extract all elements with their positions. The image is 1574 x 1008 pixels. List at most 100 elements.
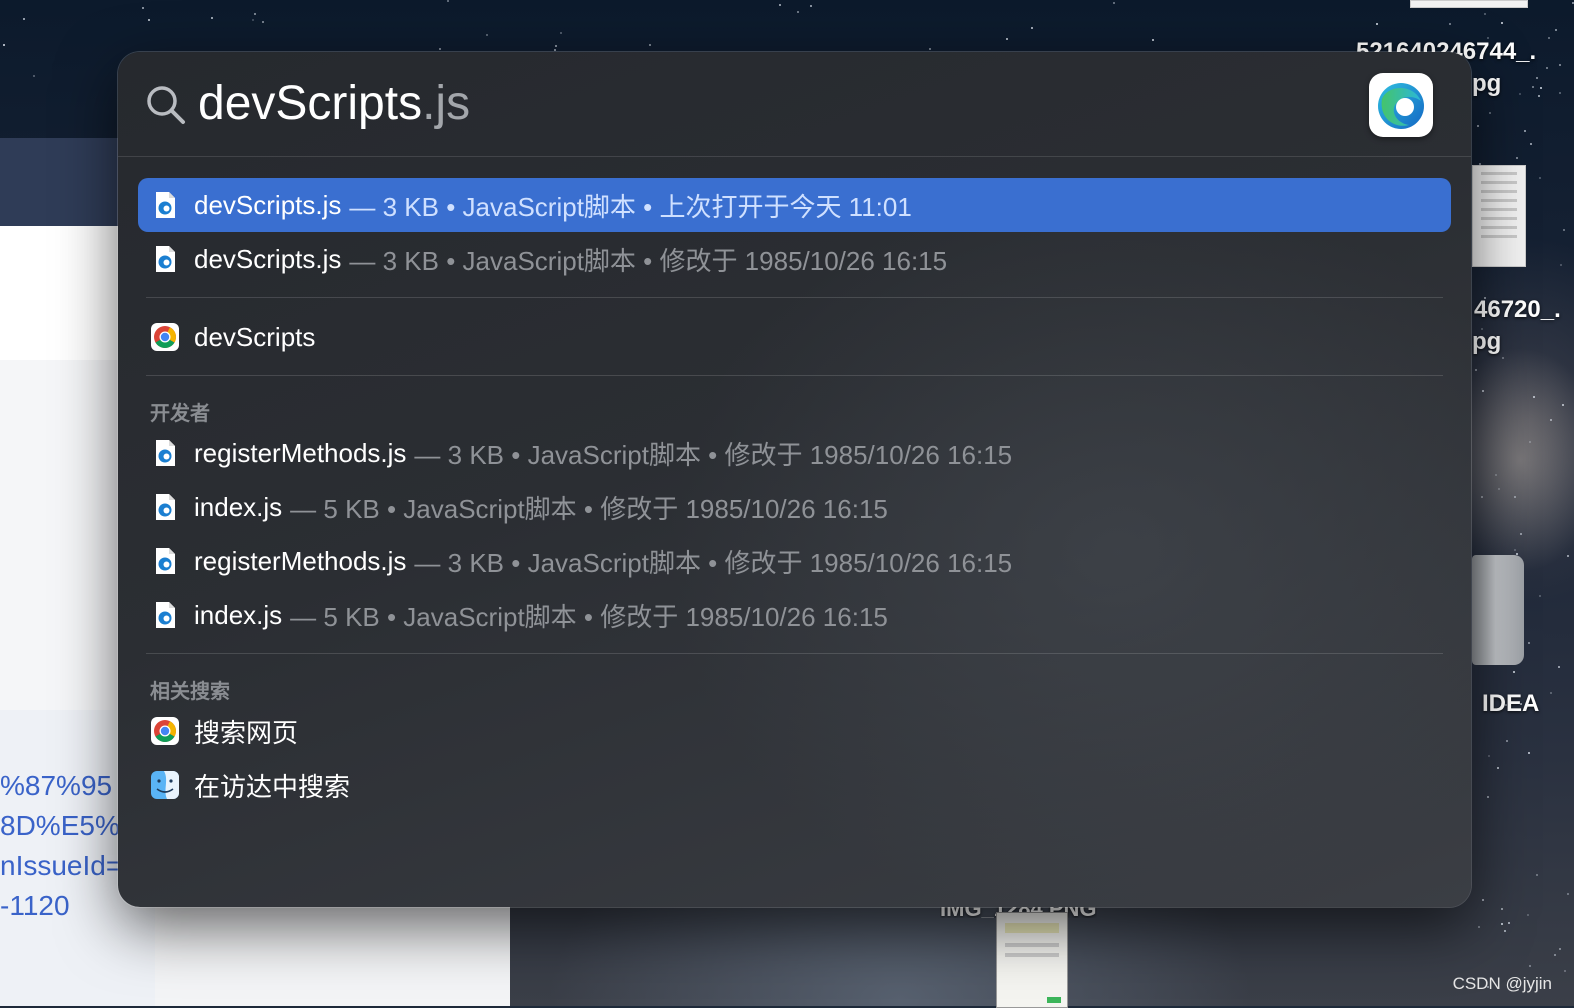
star <box>1519 532 1522 535</box>
desktop-file-thumbnail[interactable] <box>1472 165 1526 267</box>
result-name: 在访达中搜索 <box>194 771 351 802</box>
result-meta: — 3 KB • JavaScript脚本 • 上次打开于今天 11:01 <box>349 191 912 222</box>
link-text[interactable]: %87%95 <box>0 770 112 802</box>
background-window-panel <box>0 360 120 710</box>
result-row[interactable]: registerMethods.js — 3 KB • JavaScript脚本… <box>138 426 1451 480</box>
search-finder-row[interactable]: 在访达中搜索 <box>138 758 1451 812</box>
star <box>1497 766 1500 769</box>
background-window-body <box>0 226 120 360</box>
star <box>797 10 800 13</box>
query-autocomplete: .js <box>422 77 471 130</box>
star <box>1030 27 1033 30</box>
result-meta: — 3 KB • JavaScript脚本 • 修改于 1985/10/26 1… <box>414 439 1013 470</box>
js-file-icon <box>156 494 175 520</box>
star <box>1482 898 1485 901</box>
background-window-lower <box>155 905 510 1006</box>
star <box>446 0 449 2</box>
web-result-row[interactable]: devScripts <box>138 310 1451 364</box>
result-name: 搜索网页 <box>194 717 299 748</box>
divider <box>146 653 1443 654</box>
js-file-icon <box>156 440 175 466</box>
star <box>1535 76 1538 79</box>
result-row[interactable]: devScripts.js — 3 KB • JavaScript脚本 • 修改… <box>138 232 1451 286</box>
star <box>1554 953 1557 956</box>
star <box>1505 739 1508 742</box>
star <box>252 18 255 21</box>
chrome-icon <box>151 323 179 351</box>
star <box>1528 964 1531 967</box>
result-meta: — 3 KB • JavaScript脚本 • 修改于 1985/10/26 1… <box>414 547 1013 578</box>
result-name: index.js <box>194 491 283 522</box>
js-file-icon <box>156 602 175 628</box>
link-text[interactable]: -1120 <box>0 890 70 922</box>
result-name: index.js <box>194 599 283 630</box>
star <box>1527 641 1530 644</box>
star <box>1527 751 1530 754</box>
result-row[interactable]: index.js — 5 KB • JavaScript脚本 • 修改于 198… <box>138 588 1451 642</box>
edge-app-icon[interactable] <box>1369 73 1433 137</box>
star <box>1535 873 1538 876</box>
star <box>1527 913 1529 916</box>
result-meta: — 5 KB • JavaScript脚本 • 修改于 1985/10/26 1… <box>290 601 888 632</box>
star <box>141 6 144 9</box>
link-text[interactable]: 8D%E5% <box>0 810 120 842</box>
search-icon <box>147 86 185 124</box>
desktop-file-thumbnail[interactable] <box>1410 0 1528 8</box>
star <box>1545 66 1548 69</box>
star <box>1538 594 1541 597</box>
result-meta: — 3 KB • JavaScript脚本 • 修改于 1985/10/26 1… <box>349 245 948 276</box>
star <box>1538 176 1541 179</box>
result-row-selected[interactable]: devScripts.js — 3 KB • JavaScript脚本 • 上次… <box>138 178 1451 232</box>
search-web-row[interactable]: 搜索网页 <box>138 704 1451 758</box>
star <box>1558 947 1561 950</box>
star <box>1151 38 1154 41</box>
spotlight-panel: devScripts.js devScripts.js — 3 KB • Jav… <box>118 52 1471 907</box>
results-list: devScripts.js — 3 KB • JavaScript脚本 • 上次… <box>138 178 1451 812</box>
star <box>553 48 556 51</box>
star <box>555 44 558 47</box>
result-name: registerMethods.js <box>194 437 407 468</box>
star <box>1487 795 1489 798</box>
star <box>1513 495 1516 498</box>
star <box>1528 441 1531 444</box>
drive-icon[interactable] <box>1472 555 1524 665</box>
search-input[interactable]: devScripts.js <box>198 74 470 134</box>
result-name: registerMethods.js <box>194 545 407 576</box>
star <box>1524 129 1527 132</box>
finder-icon <box>151 771 179 799</box>
js-file-icon <box>156 246 175 272</box>
link-text[interactable]: nIssueId= <box>0 850 122 882</box>
section-header-related: 相关搜索 <box>150 679 230 703</box>
star <box>147 18 150 21</box>
star <box>1501 922 1504 925</box>
star <box>778 4 781 7</box>
star <box>1500 907 1503 910</box>
background-window-header <box>0 138 120 226</box>
chrome-icon <box>151 717 179 745</box>
result-meta: — 5 KB • JavaScript脚本 • 修改于 1985/10/26 1… <box>290 493 888 524</box>
result-name: devScripts.js <box>194 189 342 220</box>
star <box>1513 670 1516 673</box>
search-bar[interactable]: devScripts.js <box>118 52 1471 157</box>
section-header-developer: 开发者 <box>150 401 210 425</box>
star <box>211 16 214 19</box>
star <box>1476 124 1479 127</box>
watermark: CSDN @jyjin <box>1452 974 1552 993</box>
star <box>1006 37 1009 40</box>
js-file-icon <box>156 192 175 218</box>
star <box>1563 228 1566 231</box>
star <box>809 4 812 7</box>
desktop-file-label[interactable]: pg <box>1472 328 1501 356</box>
screenshot-thumbnail[interactable] <box>996 912 1068 1008</box>
divider <box>146 297 1443 298</box>
desktop-file-label[interactable]: pg <box>1472 70 1501 98</box>
query-text: devScripts <box>198 77 423 130</box>
desktop-file-label[interactable]: 46720_. <box>1474 296 1561 324</box>
star <box>1549 418 1552 421</box>
result-row[interactable]: index.js — 5 KB • JavaScript脚本 • 修改于 198… <box>138 480 1451 534</box>
result-row[interactable]: registerMethods.js — 3 KB • JavaScript脚本… <box>138 534 1451 588</box>
result-name: devScripts.js <box>194 243 342 274</box>
drive-label[interactable]: IDEA <box>1482 690 1539 718</box>
star <box>1571 1 1574 4</box>
divider <box>146 375 1443 376</box>
